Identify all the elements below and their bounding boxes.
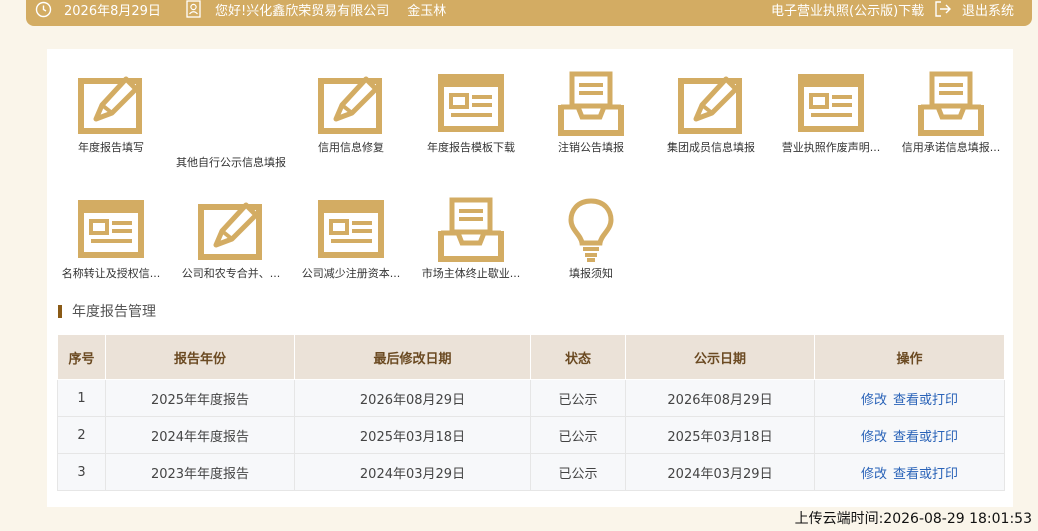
tile-other-disclosure[interactable]: 其他自行公示信息填报 bbox=[176, 71, 286, 181]
user-name: 金玉林 bbox=[407, 3, 447, 19]
inbox-tray-icon bbox=[918, 71, 984, 136]
table-row: 3 2023年年度报告 2024年03月29日 已公示 2024年03月29日 … bbox=[57, 453, 1005, 491]
tile-label: 信用承诺信息填报... bbox=[901, 141, 1001, 154]
logout-label: 退出系统 bbox=[962, 3, 1015, 19]
cell-year: 2025年年度报告 bbox=[105, 379, 295, 417]
tile-label: 信用信息修复 bbox=[318, 141, 384, 154]
cell-published: 2024年03月29日 bbox=[625, 453, 815, 491]
tile-label: 名称转让及授权信... bbox=[61, 267, 161, 280]
tile-label: 公司减少注册资本... bbox=[301, 267, 401, 280]
cell-no: 1 bbox=[57, 379, 106, 417]
tile-cancel-notice[interactable]: 注销公告填报 bbox=[536, 71, 646, 181]
tile-filing-notes[interactable]: 填报须知 bbox=[536, 197, 646, 307]
tile-label: 市场主体终止歇业... bbox=[421, 267, 521, 280]
header-year: 报告年份 bbox=[105, 334, 295, 380]
cell-modified: 2026年08月29日 bbox=[294, 379, 531, 417]
section-marker bbox=[58, 304, 62, 318]
current-date: 2026年8月29日 bbox=[64, 3, 161, 19]
cell-status: 已公示 bbox=[530, 453, 626, 491]
main-panel: 年度报告填写 其他自行公示信息填报 信用信息修复 年度报告模板下载 注销公告填报… bbox=[47, 49, 1013, 507]
pencil-form-icon bbox=[318, 76, 382, 134]
top-bar: 2026年8月29日 您好!兴化鑫欣荣贸易有限公司 金玉林 电子营业执照(公示版… bbox=[26, 0, 1032, 26]
view-print-link[interactable]: 查看或打印 bbox=[893, 467, 958, 482]
tile-capital-reduction[interactable]: 公司减少注册资本... bbox=[296, 197, 406, 307]
cell-no: 2 bbox=[57, 416, 106, 454]
edit-link[interactable]: 修改 bbox=[861, 393, 887, 408]
tile-label: 填报须知 bbox=[569, 267, 613, 280]
lightbulb-icon bbox=[568, 198, 614, 262]
tile-label: 注销公告填报 bbox=[558, 141, 624, 154]
tile-business-suspension[interactable]: 市场主体终止歇业... bbox=[416, 197, 526, 307]
license-download-link[interactable]: 电子营业执照(公示版)下载 bbox=[771, 0, 925, 19]
tile-license-void[interactable]: 营业执照作废声明... bbox=[776, 71, 886, 181]
tile-group-members[interactable]: 集团成员信息填报 bbox=[656, 71, 766, 181]
logout-button[interactable]: 退出系统 bbox=[934, 0, 1015, 19]
tile-credit-repair[interactable]: 信用信息修复 bbox=[296, 71, 406, 181]
header-modified: 最后修改日期 bbox=[294, 334, 531, 380]
header-no: 序号 bbox=[57, 334, 106, 380]
cell-status: 已公示 bbox=[530, 416, 626, 454]
user-badge-icon bbox=[186, 0, 201, 18]
tile-label: 公司和农专合并、... bbox=[181, 267, 281, 280]
inbox-tray-icon bbox=[438, 197, 504, 262]
annual-report-table: 序号 报告年份 最后修改日期 状态 公示日期 操作 1 2025年年度报告 20… bbox=[57, 334, 1005, 491]
pencil-form-icon bbox=[198, 202, 262, 260]
section-title: 年度报告管理 bbox=[58, 303, 156, 320]
tile-name-transfer[interactable]: 名称转让及授权信... bbox=[56, 197, 166, 307]
cell-published: 2025年03月18日 bbox=[625, 416, 815, 454]
date-group: 2026年8月29日 bbox=[35, 0, 161, 19]
edit-link[interactable]: 修改 bbox=[861, 430, 887, 445]
cell-published: 2026年08月29日 bbox=[625, 379, 815, 417]
tile-label: 年度报告填写 bbox=[78, 141, 144, 154]
tile-label: 其他自行公示信息填报 bbox=[176, 156, 286, 169]
tile-template-download[interactable]: 年度报告模板下载 bbox=[416, 71, 526, 181]
section-title-text: 年度报告管理 bbox=[72, 304, 156, 320]
header-status: 状态 bbox=[530, 334, 626, 380]
clock-icon bbox=[35, 1, 52, 18]
header-published: 公示日期 bbox=[625, 334, 815, 380]
document-window-icon bbox=[438, 74, 504, 132]
tile-merger[interactable]: 公司和农专合并、... bbox=[176, 197, 286, 307]
table-row: 1 2025年年度报告 2026年08月29日 已公示 2026年08月29日 … bbox=[57, 379, 1005, 417]
cell-no: 3 bbox=[57, 453, 106, 491]
document-window-icon bbox=[798, 74, 864, 132]
pencil-form-icon bbox=[678, 76, 742, 134]
document-window-icon bbox=[318, 200, 384, 258]
edit-link[interactable]: 修改 bbox=[861, 467, 887, 482]
cell-actions: 修改 查看或打印 bbox=[814, 416, 1005, 454]
document-window-icon bbox=[78, 200, 144, 258]
company-group: 您好!兴化鑫欣荣贸易有限公司 金玉林 bbox=[186, 0, 447, 19]
tile-annual-report-fill[interactable]: 年度报告填写 bbox=[56, 71, 166, 181]
tile-credit-promise[interactable]: 信用承诺信息填报... bbox=[896, 71, 1006, 181]
cell-actions: 修改 查看或打印 bbox=[814, 453, 1005, 491]
license-download-label: 电子营业执照(公示版)下载 bbox=[771, 3, 925, 19]
cell-actions: 修改 查看或打印 bbox=[814, 379, 1005, 417]
tile-label: 集团成员信息填报 bbox=[667, 141, 755, 154]
tile-label: 营业执照作废声明... bbox=[781, 141, 881, 154]
table-row: 2 2024年年度报告 2025年03月18日 已公示 2025年03月18日 … bbox=[57, 416, 1005, 454]
cell-year: 2024年年度报告 bbox=[105, 416, 295, 454]
header-actions: 操作 bbox=[814, 334, 1005, 380]
cell-status: 已公示 bbox=[530, 379, 626, 417]
view-print-link[interactable]: 查看或打印 bbox=[893, 393, 958, 408]
cell-year: 2023年年度报告 bbox=[105, 453, 295, 491]
upload-time: 上传云端时间:2026-08-29 18:01:53 bbox=[794, 511, 1032, 527]
pencil-form-icon bbox=[78, 76, 142, 134]
table-header-row: 序号 报告年份 最后修改日期 状态 公示日期 操作 bbox=[57, 334, 1005, 380]
cell-modified: 2025年03月18日 bbox=[294, 416, 531, 454]
cell-modified: 2024年03月29日 bbox=[294, 453, 531, 491]
logout-icon bbox=[934, 0, 952, 18]
company-greeting: 您好!兴化鑫欣荣贸易有限公司 bbox=[215, 3, 390, 19]
tile-label: 年度报告模板下载 bbox=[427, 141, 515, 154]
inbox-tray-icon bbox=[558, 71, 624, 136]
view-print-link[interactable]: 查看或打印 bbox=[893, 430, 958, 445]
